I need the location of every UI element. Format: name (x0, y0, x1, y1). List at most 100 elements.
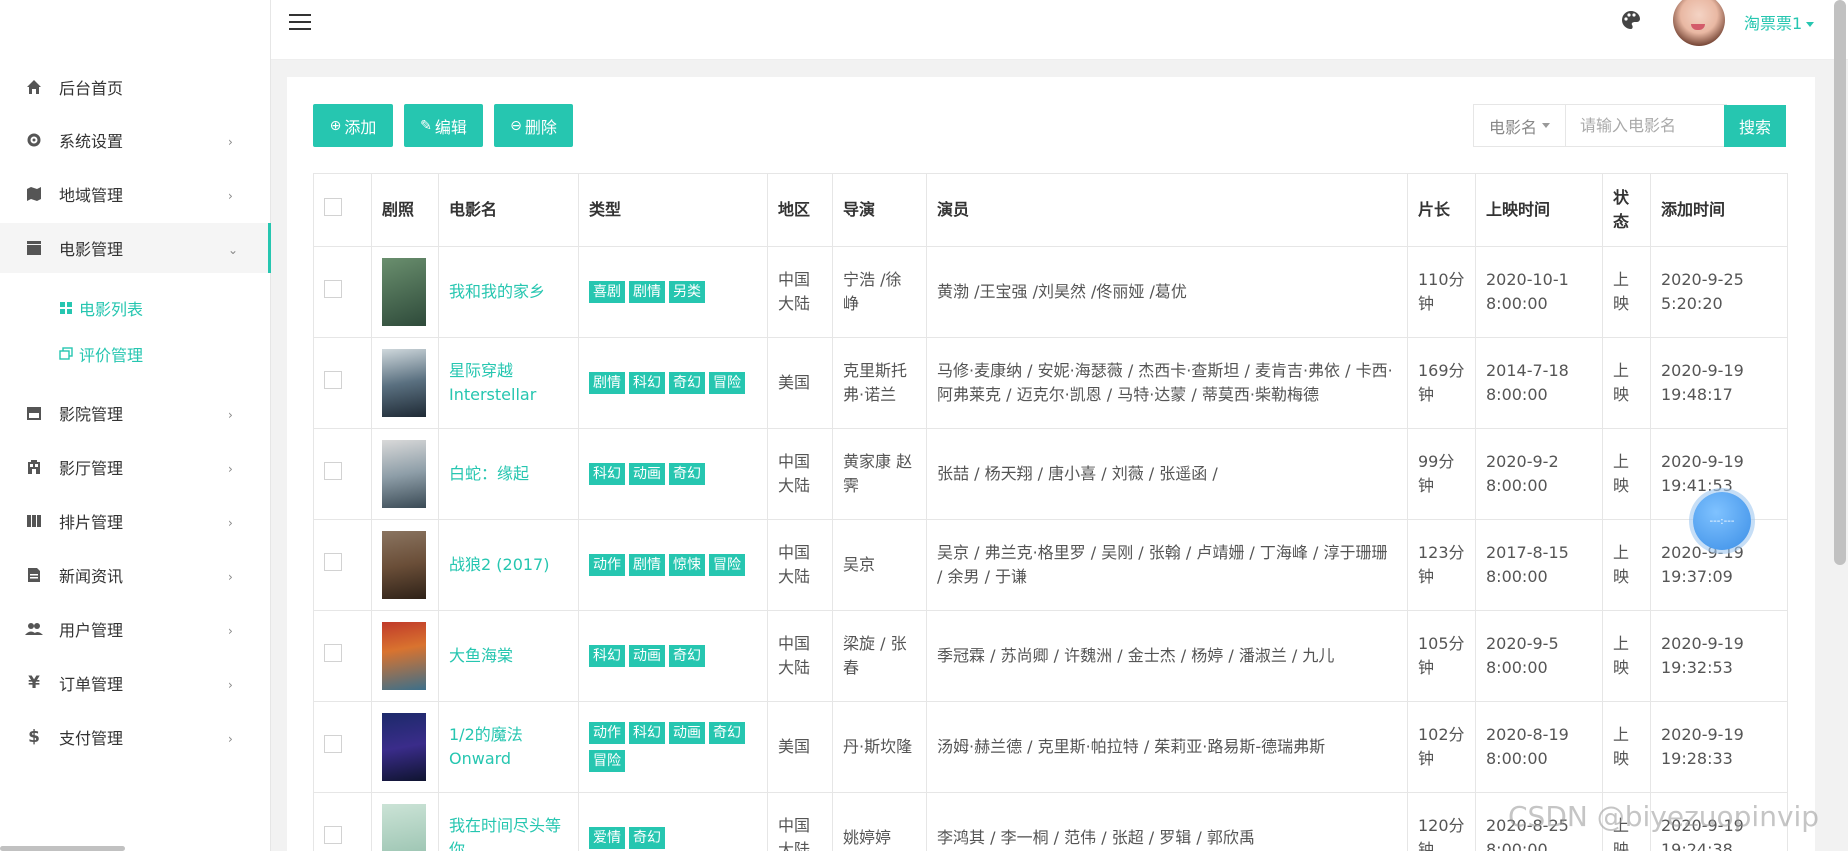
actors-cell: 吴京 / 弗兰克·格里罗 / 吴刚 / 张翰 / 卢靖姗 / 丁海峰 / 淳于珊… (926, 519, 1408, 611)
header-cell: 片长 (1407, 173, 1476, 247)
sidebar-item-news[interactable]: 新闻资讯 › (0, 550, 271, 600)
genre-tag: 科幻 (629, 722, 665, 744)
sidebar-subitem-movie-list[interactable]: 电影列表 (0, 288, 271, 328)
gear-icon (24, 130, 44, 150)
region-cell: 中国大陆 (767, 428, 833, 520)
movie-name-link[interactable]: 1/2的魔法 Onward (449, 725, 523, 768)
add-button-label: 添加 (344, 117, 377, 137)
added-cell: 2020-9-19 19:48:17 (1650, 337, 1788, 429)
sidebar-item-system[interactable]: 系统设置 › (0, 115, 271, 165)
actors-cell: 季冠霖 / 苏尚卿 / 许魏洲 / 金士杰 / 杨婷 / 潘淑兰 / 九儿 (926, 610, 1408, 702)
select-cell (313, 610, 372, 702)
minus-circle-icon: ⊖ (510, 117, 522, 134)
movie-name-link[interactable]: 我在时间尽头等你 (449, 816, 561, 851)
user-menu[interactable]: 淘票票1 (1744, 10, 1815, 34)
row-checkbox[interactable] (324, 552, 342, 571)
genre-tag: 剧情 (589, 372, 625, 394)
floating-assistant-text: ---:--- (1709, 515, 1735, 527)
table-row: 1/2的魔法 Onward 动作 科幻 动画 奇幻冒险 美国 丹·斯坎隆 汤姆·赫兰德 / 克… (313, 701, 1788, 793)
genre-tag: 奇幻 (629, 827, 665, 849)
top-header: 淘票票1 (271, 0, 1848, 60)
type-cell: 动作 科幻 动画 奇幻冒险 (578, 701, 768, 793)
sidebar-item-home[interactable]: 后台首页 (0, 62, 271, 112)
movie-name-link[interactable]: 我和我的家乡 (449, 282, 545, 301)
region-cell: 美国 (767, 701, 833, 793)
genre-tag: 奇幻 (709, 722, 745, 744)
select-all-checkbox[interactable] (324, 197, 342, 216)
sidebar-item-payment[interactable]: $ 支付管理 › (0, 712, 271, 762)
poster-cell (371, 701, 439, 793)
header-cell: 演员 (926, 173, 1408, 247)
select-cell (313, 792, 372, 851)
palette-icon[interactable] (1621, 10, 1643, 32)
search-field-select[interactable]: 电影名 (1474, 105, 1566, 146)
poster-cell (371, 519, 439, 611)
director-cell: 姚婷婷 (832, 792, 927, 851)
added-cell: 2020-9-25 5:20:20 (1650, 246, 1788, 338)
horizontal-scrollbar[interactable] (0, 846, 125, 851)
sidebar-item-hall[interactable]: 影厅管理 › (0, 442, 271, 492)
genre-tag: 惊悚 (669, 554, 705, 576)
search-button[interactable]: 搜索 (1724, 105, 1786, 147)
genre-tag: 冒险 (709, 554, 745, 576)
release-cell: 2020-9-5 8:00:00 (1475, 610, 1603, 702)
sidebar-item-label: 地域管理 (59, 186, 124, 205)
sidebar-item-movie[interactable]: 电影管理 ⌄ (0, 223, 271, 273)
type-cell: 爱情 奇幻 (578, 792, 768, 851)
edit-button[interactable]: ✎ 编辑 (404, 104, 483, 147)
sidebar-item-orders[interactable]: ¥ 订单管理 › (0, 658, 271, 708)
caret-down-icon (1542, 123, 1550, 128)
map-icon (24, 184, 44, 204)
row-checkbox[interactable] (324, 370, 342, 389)
row-checkbox[interactable] (324, 461, 342, 480)
movie-name-link[interactable]: 白蛇：缘起 (449, 464, 529, 483)
movie-name-link[interactable]: 战狼2 (2017) (449, 555, 549, 574)
name-cell: 星际穿越 Interstellar (438, 337, 579, 429)
region-cell: 中国大陆 (767, 792, 833, 851)
sidebar-item-schedule[interactable]: 排片管理 › (0, 496, 271, 546)
row-checkbox[interactable] (324, 734, 342, 753)
movie-name-link[interactable]: 星际穿越 Interstellar (449, 361, 536, 404)
movie-poster (382, 713, 426, 781)
sidebar-item-label: 用户管理 (59, 621, 124, 640)
sidebar-item-cinema[interactable]: 影院管理 › (0, 388, 271, 438)
avatar[interactable] (1673, 0, 1725, 46)
movie-poster (382, 531, 426, 599)
director-cell: 梁旋 / 张春 (832, 610, 927, 702)
row-checkbox[interactable] (324, 643, 342, 662)
sidebar-item-users[interactable]: 用户管理 › (0, 604, 271, 654)
vertical-scrollbar[interactable] (1834, 0, 1846, 565)
delete-button[interactable]: ⊖ 删除 (494, 104, 573, 147)
hall-icon (24, 457, 44, 477)
sidebar-item-region[interactable]: 地域管理 › (0, 169, 271, 219)
table-row: 大鱼海棠 科幻 动画 奇幻 中国大陆 梁旋 / 张春 季冠霖 / 苏尚卿 / 许魏洲 / 金… (313, 610, 1788, 702)
sidebar-subitem-review[interactable]: 评价管理 (0, 334, 271, 374)
menu-toggle-icon[interactable] (289, 12, 313, 32)
row-checkbox[interactable] (324, 279, 342, 298)
status-cell: 上映 (1602, 428, 1651, 520)
edit-button-label: 编辑 (434, 117, 467, 137)
sidebar-item-label: 新闻资讯 (59, 567, 124, 586)
users-icon (24, 619, 44, 639)
movie-poster (382, 440, 426, 508)
search-field-label: 电影名 (1488, 117, 1537, 137)
duration-cell: 123分钟 (1407, 519, 1476, 611)
search-input[interactable] (1566, 105, 1726, 146)
add-button[interactable]: ⊕ 添加 (313, 104, 393, 147)
header-cell: 地区 (767, 173, 833, 247)
header-cell: 电影名 (438, 173, 579, 247)
floating-assistant-button[interactable]: ---:--- (1693, 492, 1751, 550)
name-cell: 战狼2 (2017) (438, 519, 579, 611)
movie-name-link[interactable]: 大鱼海棠 (449, 646, 513, 665)
row-checkbox[interactable] (324, 825, 342, 844)
sidebar-subitem-label: 评价管理 (79, 346, 144, 365)
home-icon (24, 77, 44, 97)
caret-down-icon (1806, 22, 1815, 27)
table-row: 战狼2 (2017) 动作 剧情 惊悚 冒险 中国大陆 吴京 吴京 / 弗兰克·格里罗 / 吴… (313, 519, 1788, 611)
actors-cell: 马修·麦康纳 / 安妮·海瑟薇 / 杰西卡·查斯坦 / 麦肯吉·弗依 / 卡西·… (926, 337, 1408, 429)
duration-cell: 105分钟 (1407, 610, 1476, 702)
director-cell: 克里斯托弗·诺兰 (832, 337, 927, 429)
genre-tag: 科幻 (629, 372, 665, 394)
sidebar-item-label: 订单管理 (59, 675, 124, 694)
name-cell: 我在时间尽头等你 (438, 792, 579, 851)
